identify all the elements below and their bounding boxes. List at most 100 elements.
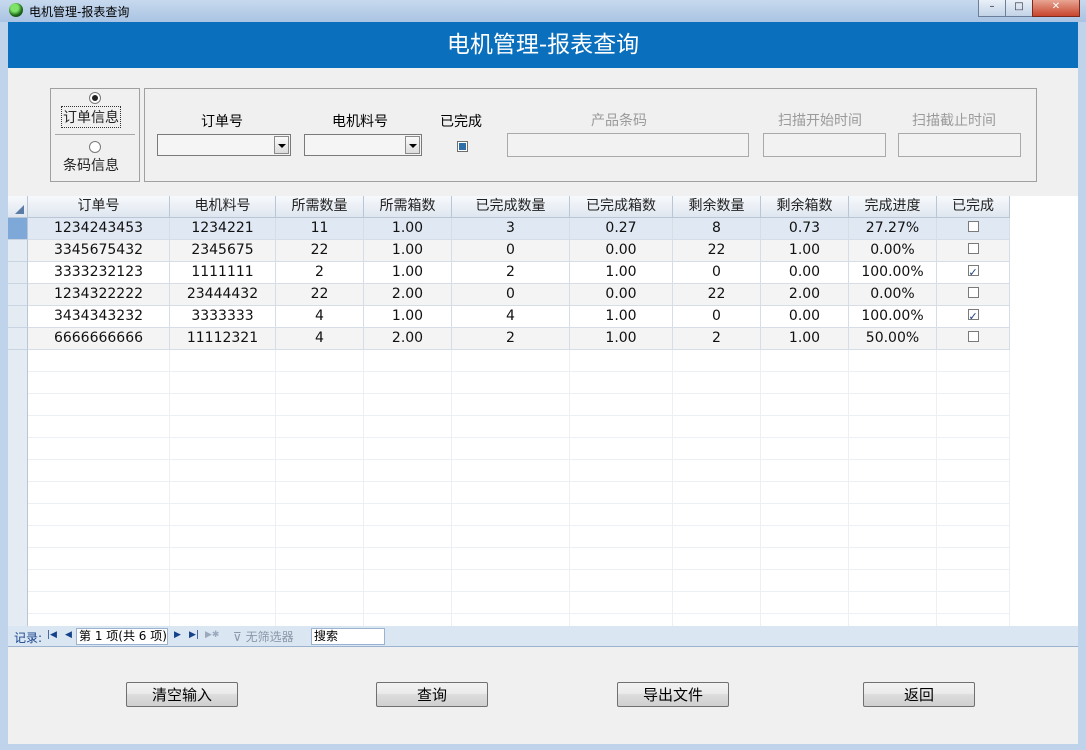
minimize-button[interactable]: – [978,0,1006,17]
export-file-button[interactable]: 导出文件 [617,682,729,707]
table-cell[interactable]: 1.00 [570,306,673,328]
table-cell[interactable]: 0 [673,262,761,284]
completed-checkbox[interactable] [457,141,468,152]
table-cell[interactable]: 0.00 [570,284,673,306]
table-cell[interactable]: 0 [673,306,761,328]
column-header[interactable]: 电机料号 [170,196,276,218]
column-header[interactable]: 已完成 [937,196,1010,218]
completed-checkbox[interactable] [967,243,979,254]
prev-record-icon[interactable]: ◀ [65,630,72,640]
table-cell[interactable]: 1.00 [570,262,673,284]
table-cell[interactable]: 0.00 [761,306,849,328]
order-info-radio[interactable] [89,92,101,104]
table-cell[interactable]: 3434343232 [28,306,170,328]
completed-checkbox[interactable]: ✓ [967,309,979,323]
scan-start-input[interactable] [763,133,886,157]
completed-cell[interactable]: ✓ [937,306,1010,328]
table-cell[interactable]: 0.00% [849,240,937,262]
table-cell[interactable]: 0 [452,284,570,306]
completed-cell[interactable] [937,284,1010,306]
table-cell[interactable]: 2.00 [761,284,849,306]
table-cell[interactable]: 8 [673,218,761,240]
chevron-down-icon[interactable] [405,136,420,154]
select-all-corner[interactable] [8,196,28,218]
table-row[interactable]: 3434343232 3333333 4 1.00 4 1.00 0 0.00 100.00% ✓ [28,306,1010,328]
row-selector[interactable] [8,284,28,306]
first-record-icon[interactable]: |◀ [47,630,57,640]
close-button[interactable]: ✕ [1032,0,1080,17]
table-cell[interactable]: 1.00 [364,218,452,240]
table-cell[interactable]: 22 [673,240,761,262]
title-bar[interactable]: 电机管理-报表查询 – □ ✕ [0,0,1086,22]
table-cell[interactable]: 27.27% [849,218,937,240]
table-cell[interactable]: 3333333 [170,306,276,328]
next-record-icon[interactable]: ▶ [174,630,181,640]
column-header[interactable]: 订单号 [28,196,170,218]
column-header[interactable]: 剩余箱数 [761,196,849,218]
table-row[interactable]: 1234243453 1234221 11 1.00 3 0.27 8 0.73 27.27% [28,218,1010,240]
table-cell[interactable]: 1.00 [364,240,452,262]
back-button[interactable]: 返回 [863,682,975,707]
table-cell[interactable]: 0.00 [570,240,673,262]
table-cell[interactable]: 11 [276,218,364,240]
table-cell[interactable]: 100.00% [849,262,937,284]
completed-cell[interactable]: ✓ [937,262,1010,284]
table-cell[interactable]: 22 [276,240,364,262]
column-header[interactable]: 已完成箱数 [570,196,673,218]
report-grid[interactable]: 订单号 电机料号 所需数量 所需箱数 已完成数量 已完成箱数 剩余数量 剩余箱数 完成进度 已完成… [8,196,1078,627]
table-cell[interactable]: 2 [452,328,570,350]
table-cell[interactable]: 1234243453 [28,218,170,240]
table-cell[interactable]: 2345675 [170,240,276,262]
table-cell[interactable]: 1.00 [761,328,849,350]
clear-input-button[interactable]: 清空输入 [126,682,238,707]
table-cell[interactable]: 23444432 [170,284,276,306]
barcode-input[interactable] [507,133,749,157]
table-cell[interactable]: 1.00 [570,328,673,350]
table-cell[interactable]: 3 [452,218,570,240]
table-cell[interactable]: 1.00 [364,262,452,284]
row-selector[interactable] [8,218,28,240]
table-cell[interactable]: 2 [276,262,364,284]
motor-part-combo[interactable] [304,134,422,156]
row-selector[interactable] [8,240,28,262]
table-cell[interactable]: 3333232123 [28,262,170,284]
table-row[interactable]: 3333232123 1111111 2 1.00 2 1.00 0 0.00 100.00% ✓ [28,262,1010,284]
table-cell[interactable]: 22 [673,284,761,306]
table-cell[interactable]: 4 [276,328,364,350]
table-cell[interactable]: 0.73 [761,218,849,240]
table-cell[interactable]: 2.00 [364,284,452,306]
scan-end-input[interactable] [898,133,1021,157]
table-cell[interactable]: 2 [452,262,570,284]
completed-checkbox[interactable]: ✓ [967,265,979,279]
table-cell[interactable]: 6666666666 [28,328,170,350]
record-position[interactable]: 第 1 项(共 6 项) [76,628,168,645]
column-header[interactable]: 所需箱数 [364,196,452,218]
column-header[interactable]: 已完成数量 [452,196,570,218]
no-filter-indicator[interactable]: ⊽ 无筛选器 [233,628,294,645]
table-cell[interactable]: 22 [276,284,364,306]
order-info-label[interactable]: 订单信息 [61,106,121,128]
table-cell[interactable]: 0.00% [849,284,937,306]
column-header[interactable]: 剩余数量 [673,196,761,218]
chevron-down-icon[interactable] [274,136,289,154]
completed-cell[interactable] [937,218,1010,240]
last-record-icon[interactable]: ▶| [189,630,199,640]
table-cell[interactable]: 4 [452,306,570,328]
column-header[interactable]: 所需数量 [276,196,364,218]
table-cell[interactable]: 11112321 [170,328,276,350]
table-row[interactable]: 3345675432 2345675 22 1.00 0 0.00 22 1.00 0.00% [28,240,1010,262]
maximize-button[interactable]: □ [1005,0,1033,17]
table-row[interactable]: 1234322222 23444432 22 2.00 0 0.00 22 2.00 0.00% [28,284,1010,306]
table-cell[interactable]: 0.00 [761,262,849,284]
table-cell[interactable]: 1234322222 [28,284,170,306]
table-row[interactable]: 6666666666 11112321 4 2.00 2 1.00 2 1.00 50.00% [28,328,1010,350]
barcode-info-radio[interactable] [89,141,101,153]
table-cell[interactable]: 2.00 [364,328,452,350]
table-cell[interactable]: 50.00% [849,328,937,350]
table-cell[interactable]: 2 [673,328,761,350]
table-cell[interactable]: 3345675432 [28,240,170,262]
completed-cell[interactable] [937,328,1010,350]
row-selector[interactable] [8,328,28,350]
table-cell[interactable]: 0.27 [570,218,673,240]
table-cell[interactable]: 1.00 [761,240,849,262]
